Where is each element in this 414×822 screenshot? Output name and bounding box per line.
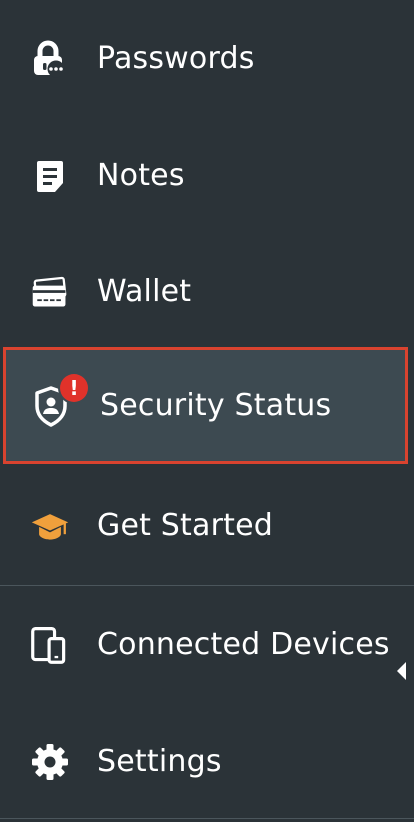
sidebar-item-passwords[interactable]: Passwords	[0, 0, 414, 117]
sidebar-item-label: Get Started	[97, 508, 273, 543]
lock-icon	[30, 39, 70, 79]
note-icon	[30, 156, 70, 196]
sidebar-item-get-started[interactable]: Get Started	[0, 467, 414, 584]
sidebar-item-notes[interactable]: Notes	[0, 117, 414, 234]
sidebar-item-security-status[interactable]: ! Security Status	[3, 347, 408, 464]
gear-icon	[30, 742, 70, 782]
sidebar-item-label: Settings	[97, 744, 222, 779]
sidebar-item-connected-devices[interactable]: Connected Devices	[0, 586, 414, 703]
sidebar-item-settings[interactable]: Settings	[0, 703, 414, 820]
sidebar-item-wallet[interactable]: Wallet	[0, 233, 414, 350]
collapse-sidebar-arrow-icon[interactable]	[397, 662, 406, 680]
sidebar-item-label: Security Status	[100, 388, 332, 423]
sidebar-nav: Passwords Notes Wallet ! Security Status…	[0, 0, 414, 822]
bottom-divider	[0, 818, 414, 819]
graduation-cap-icon	[30, 506, 70, 546]
wallet-cards-icon	[30, 272, 70, 312]
alert-badge: !	[60, 374, 88, 402]
sidebar-item-label: Connected Devices	[97, 627, 390, 662]
sidebar-item-label: Passwords	[97, 41, 255, 76]
sidebar-item-label: Wallet	[97, 274, 192, 309]
devices-icon	[30, 625, 70, 665]
sidebar-item-label: Notes	[97, 158, 185, 193]
